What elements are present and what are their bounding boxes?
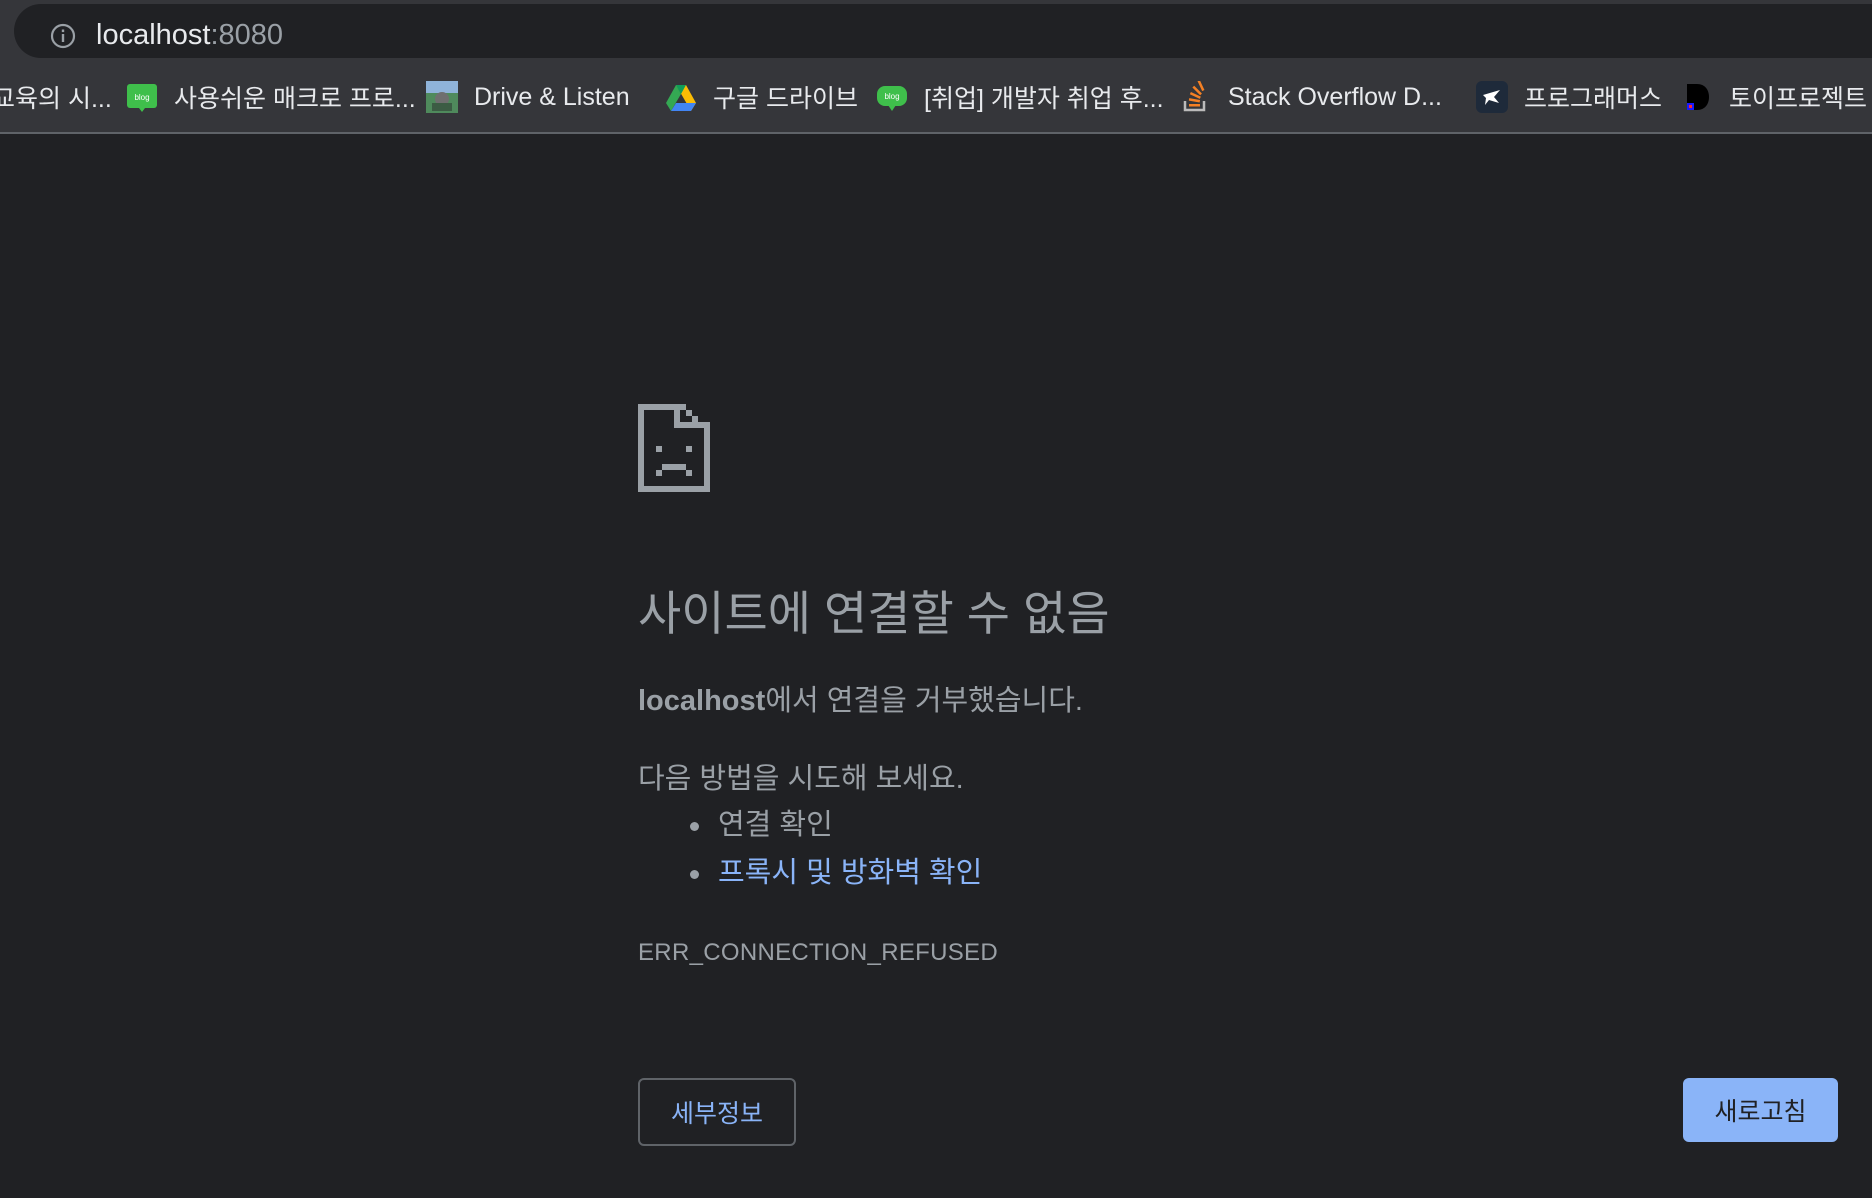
bookmarks-bar: 교육의 시... blog 사용쉬운 매크로 프로... Drive & Lis… (0, 62, 1872, 134)
bookmark-label: 교육의 시... (0, 85, 112, 113)
bookmark-label: 프로그래머스 (1524, 85, 1663, 113)
bookmark-label: [취업] 개발자 취업 후... (924, 85, 1164, 113)
url-text[interactable]: localhost:8080 (96, 18, 283, 52)
error-code: ERR_CONNECTION_REFUSED (638, 939, 998, 966)
address-bar[interactable]: localhost:8080 (14, 4, 1872, 58)
error-description-rest: 에서 연결을 거부했습니다. (765, 685, 1083, 717)
naver-blog-icon: blog (127, 84, 157, 112)
bookmark-item[interactable]: Drive & Listen (426, 62, 630, 132)
error-title: 사이트에 연결할 수 없음 (638, 587, 1110, 640)
svg-text:blog: blog (884, 92, 899, 101)
bookmark-label: Stack Overflow D... (1228, 82, 1442, 111)
url-port: :8080 (210, 19, 284, 51)
bookmark-label: 구글 드라이브 (713, 85, 858, 113)
drive-listen-icon (426, 81, 458, 113)
page-content (0, 134, 1872, 1198)
google-drive-icon (666, 85, 696, 111)
blog-icon: blog (877, 86, 907, 111)
bookmark-label: 토이프로젝트 (1729, 85, 1868, 113)
sad-page-icon (638, 404, 710, 492)
browser-toolbar: localhost:8080 (0, 0, 1872, 62)
stack-overflow-icon (1183, 81, 1206, 112)
bookmark-item[interactable]: 토이프로젝트 (1681, 62, 1867, 132)
programmers-icon (1476, 81, 1508, 113)
toy-project-icon (1687, 84, 1709, 110)
bookmark-item[interactable]: blog 사용쉬운 매크로 프로... (126, 62, 416, 132)
bookmark-item[interactable]: 교육의 시... (0, 62, 112, 132)
bookmark-item[interactable]: blog [취업] 개발자 취업 후... (876, 62, 1164, 132)
info-icon[interactable] (50, 23, 76, 49)
suggestion-check-connection: 연결 확인 (690, 806, 982, 854)
bookmark-label: Drive & Listen (474, 82, 630, 111)
details-button[interactable]: 세부정보 (638, 1078, 796, 1146)
error-host: localhost (638, 685, 766, 717)
suggestions-title: 다음 방법을 시도해 보세요. (638, 763, 964, 795)
bookmark-item[interactable]: Stack Overflow D... (1180, 62, 1442, 132)
bookmark-item[interactable]: 프로그래머스 (1476, 62, 1662, 132)
url-host: localhost (96, 19, 211, 51)
bookmark-item[interactable]: 구글 드라이브 (665, 62, 858, 132)
bookmark-label: 사용쉬운 매크로 프로... (174, 85, 416, 113)
suggestion-check-proxy-firewall-link[interactable]: 프록시 및 방화벽 확인 (690, 854, 982, 902)
suggestions-list: 연결 확인 프록시 및 방화벽 확인 (690, 806, 982, 902)
svg-text:blog: blog (134, 93, 149, 102)
reload-button[interactable]: 새로고침 (1683, 1078, 1838, 1142)
error-description: localhost에서 연결을 거부했습니다. (638, 682, 1083, 720)
